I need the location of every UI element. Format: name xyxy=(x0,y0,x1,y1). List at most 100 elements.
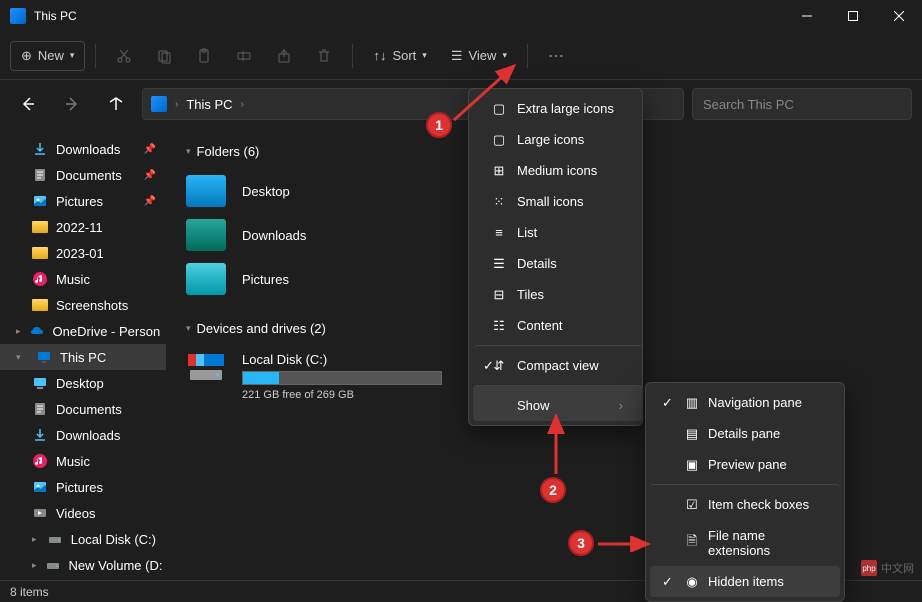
sidebar-item-local-disk-c-[interactable]: ▸Local Disk (C:) xyxy=(0,526,166,552)
sm-icon: ⁙ xyxy=(491,194,507,210)
back-button[interactable] xyxy=(10,88,46,120)
sidebar-item-2022-11[interactable]: 2022-11 xyxy=(0,214,166,240)
sidebar-item-label: Pictures xyxy=(56,194,103,209)
details-icon: ▤ xyxy=(684,426,700,442)
sidebar-item-this-pc[interactable]: ▾This PC xyxy=(0,344,166,370)
sidebar-item-2023-01[interactable]: 2023-01 xyxy=(0,240,166,266)
chevron-down-icon: ▾ xyxy=(186,323,191,334)
document-icon xyxy=(32,401,48,417)
window-title: This PC xyxy=(34,9,77,23)
sidebar-item-documents[interactable]: Documents📌 xyxy=(0,162,166,188)
disk-icon xyxy=(186,352,226,384)
sidebar-item-music[interactable]: Music xyxy=(0,266,166,292)
sidebar-item-new-volume-d-[interactable]: ▸New Volume (D: xyxy=(0,552,166,578)
sidebar-item-screenshots[interactable]: Screenshots xyxy=(0,292,166,318)
close-button[interactable] xyxy=(876,0,922,32)
sidebar-item-videos[interactable]: Videos xyxy=(0,500,166,526)
download-icon xyxy=(32,141,48,157)
sidebar-item-downloads[interactable]: Downloads xyxy=(0,422,166,448)
sidebar-item-pictures[interactable]: Pictures📌 xyxy=(0,188,166,214)
folder-icon xyxy=(186,175,226,207)
view-menu-content[interactable]: ☷Content xyxy=(473,310,643,341)
show-menu-details-pane[interactable]: ▤ Details pane xyxy=(650,418,840,449)
copy-button[interactable] xyxy=(146,40,182,72)
paste-button[interactable] xyxy=(186,40,222,72)
more-button[interactable]: ⋯ xyxy=(538,40,574,72)
view-menu-small-icons[interactable]: ⁙Small icons xyxy=(473,186,643,217)
menu-item-label: Navigation pane xyxy=(708,395,802,410)
menu-item-label: Tiles xyxy=(517,287,544,302)
new-button[interactable]: ⊕ New ▾ xyxy=(10,41,85,71)
show-menu-preview-pane[interactable]: ▣Preview pane xyxy=(650,449,840,480)
titlebar-left: This PC xyxy=(10,8,77,24)
compact-icon: ⇵ xyxy=(491,358,507,374)
menu-item-label: Details xyxy=(517,256,557,271)
list-icon: ≡ xyxy=(491,225,507,240)
sidebar-item-music[interactable]: Music xyxy=(0,448,166,474)
sidebar-item-label: Screenshots xyxy=(56,298,128,313)
pin-icon: 📌 xyxy=(144,144,156,155)
chevron-down-icon: ▾ xyxy=(70,50,75,61)
sidebar-item-pictures[interactable]: Pictures xyxy=(0,474,166,500)
sidebar-item-label: Pictures xyxy=(56,480,103,495)
titlebar: This PC xyxy=(0,0,922,32)
view-menu-details[interactable]: ☰Details xyxy=(473,248,643,279)
chevron-icon: ▾ xyxy=(16,352,28,363)
new-label: New xyxy=(38,48,64,63)
minimize-button[interactable] xyxy=(784,0,830,32)
show-menu-hidden-items[interactable]: ✓◉Hidden items xyxy=(650,566,840,597)
folder-icon xyxy=(32,219,48,235)
menu-item-label: Hidden items xyxy=(708,574,784,589)
folder-label: Pictures xyxy=(242,272,289,287)
rename-button[interactable] xyxy=(226,40,262,72)
up-button[interactable] xyxy=(98,88,134,120)
view-label: View xyxy=(468,48,496,63)
lg-icon: ▢ xyxy=(491,132,507,148)
md-icon: ⊞ xyxy=(491,163,507,179)
chevron-right-icon: › xyxy=(241,99,244,110)
maximize-button[interactable] xyxy=(830,0,876,32)
sidebar-item-onedrive-person[interactable]: ▸OneDrive - Person xyxy=(0,318,166,344)
app-icon xyxy=(10,8,26,24)
menu-item-label: Content xyxy=(517,318,563,333)
show-menu-navigation-pane[interactable]: ✓▥Navigation pane xyxy=(650,387,840,418)
separator xyxy=(527,44,528,68)
show-menu-item-check-boxes[interactable]: ☑Item check boxes xyxy=(650,484,840,520)
menu-item-label: Details pane xyxy=(708,426,780,441)
view-menu-extra-large-icons[interactable]: ▢Extra large icons xyxy=(473,93,643,124)
view-button[interactable]: ☰ View ▾ xyxy=(441,42,517,70)
hidden-icon: ◉ xyxy=(684,574,700,590)
toolbar: ⊕ New ▾ ↑↓ Sort ▾ ☰ View ▾ ⋯ xyxy=(0,32,922,80)
view-menu-list[interactable]: ≡List xyxy=(473,217,643,248)
picture-icon xyxy=(32,193,48,209)
cut-button[interactable] xyxy=(106,40,142,72)
delete-button[interactable] xyxy=(306,40,342,72)
search-input[interactable]: Search This PC xyxy=(692,88,912,120)
sidebar-item-desktop[interactable]: Desktop xyxy=(0,370,166,396)
view-menu-tiles[interactable]: ⊟Tiles xyxy=(473,279,643,310)
drive-usage-bar xyxy=(242,371,442,385)
view-menu-large-icons[interactable]: ▢Large icons xyxy=(473,124,643,155)
chevron-down-icon: ▾ xyxy=(422,50,427,61)
chevron-right-icon: › xyxy=(619,398,623,413)
sidebar-item-documents[interactable]: Documents xyxy=(0,396,166,422)
sort-label: Sort xyxy=(392,48,416,63)
chevron-icon: ▸ xyxy=(32,560,37,571)
watermark: php 中文网 xyxy=(861,560,914,576)
forward-button[interactable] xyxy=(54,88,90,120)
nav-icon: ▥ xyxy=(684,395,700,411)
view-menu-compact-view[interactable]: ✓⇵Compact view xyxy=(473,345,643,381)
sidebar-item-downloads[interactable]: Downloads📌 xyxy=(0,136,166,162)
show-menu-file-name-extensions[interactable]: 🗎File name extensions xyxy=(650,520,840,566)
view-icon: ☰ xyxy=(451,48,463,64)
disk-icon xyxy=(45,557,61,573)
document-icon xyxy=(32,167,48,183)
sidebar[interactable]: Downloads📌Documents📌Pictures📌2022-112023… xyxy=(0,128,166,580)
desktop-icon xyxy=(32,375,48,391)
share-button[interactable] xyxy=(266,40,302,72)
sort-button[interactable]: ↑↓ Sort ▾ xyxy=(363,42,436,69)
picture-icon xyxy=(32,479,48,495)
view-menu-medium-icons[interactable]: ⊞Medium icons xyxy=(473,155,643,186)
sidebar-item-label: Downloads xyxy=(56,428,120,443)
view-menu-show[interactable]: Show› xyxy=(473,385,643,421)
